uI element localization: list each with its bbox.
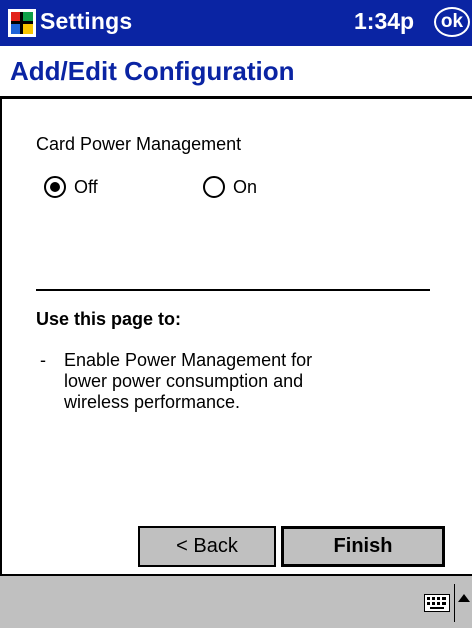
power-management-label: Card Power Management — [36, 134, 242, 154]
radio-off[interactable]: Off — [44, 176, 98, 198]
keyboard-icon[interactable] — [424, 594, 450, 612]
back-button[interactable]: < Back — [138, 526, 276, 567]
radio-on-indicator[interactable] — [203, 176, 225, 198]
radio-off-label[interactable]: Off — [74, 177, 98, 198]
radio-on-label[interactable]: On — [233, 177, 257, 198]
help-line: lower power consumption and — [64, 371, 304, 391]
pocketpc-screen: Settings 1:34p ok Add/Edit Configuration… — [0, 0, 472, 628]
app-title: Settings — [40, 8, 133, 34]
header-divider — [0, 96, 472, 99]
finish-button[interactable]: Finish — [281, 526, 445, 567]
page-header: Add/Edit Configuration — [0, 46, 472, 98]
ok-button[interactable]: ok — [434, 7, 470, 37]
up-arrow-icon[interactable] — [458, 594, 470, 602]
radio-on[interactable]: On — [203, 176, 257, 198]
help-line: wireless performance. — [64, 392, 241, 412]
page-title: Add/Edit Configuration — [10, 56, 295, 86]
command-bar-separator — [454, 584, 455, 622]
help-bullet: - — [40, 350, 46, 370]
windows-flag-icon[interactable] — [8, 9, 36, 37]
command-bar — [0, 574, 472, 628]
left-border — [0, 99, 2, 574]
help-line: Enable Power Management for — [64, 350, 313, 370]
help-text: Enable Power Management for lower power … — [64, 350, 384, 413]
radio-off-indicator[interactable] — [44, 176, 66, 198]
section-divider — [36, 289, 430, 291]
clock[interactable]: 1:34p — [354, 8, 414, 35]
title-bar: Settings 1:34p ok — [0, 0, 472, 46]
help-heading: Use this page to: — [36, 309, 182, 329]
